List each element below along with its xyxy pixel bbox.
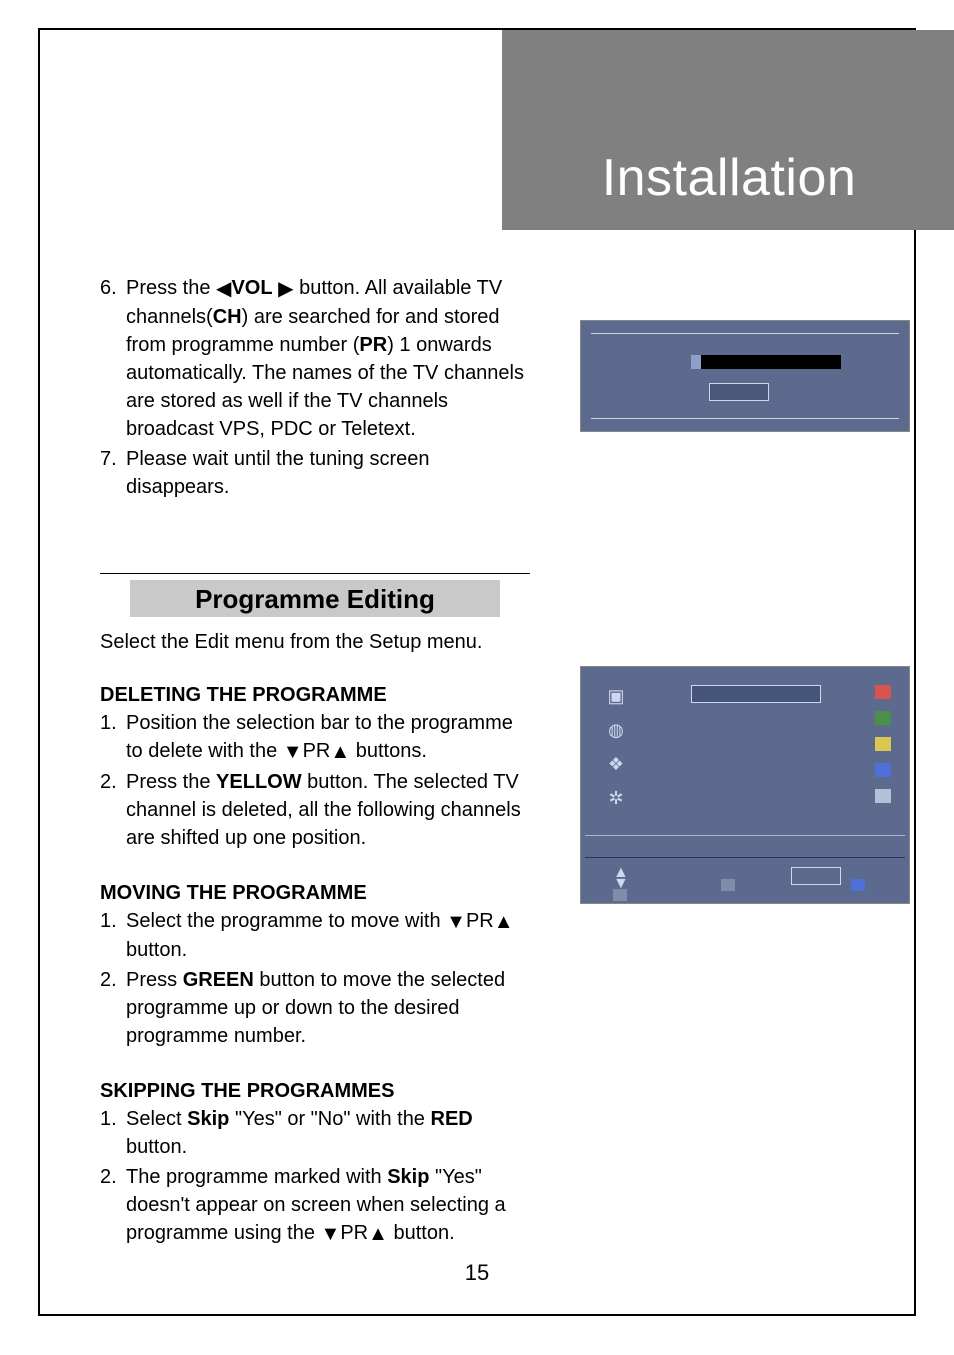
subheading-moving: MOVING THE PROGRAMME: [100, 882, 530, 905]
edit-menu-screenshot: ▣ ◍ ❖ ✲ ▲▼: [580, 666, 910, 904]
triangle-left-icon: ◀: [216, 275, 231, 303]
triangle-right-icon: ▶: [278, 275, 293, 303]
triangle-down-icon: ▼: [283, 738, 303, 766]
text: The programme marked with: [126, 1166, 387, 1188]
setup-label: Setup: [369, 631, 421, 653]
blue-square-icon: [875, 763, 891, 777]
text: Please wait until the tuning screen disa…: [126, 445, 530, 501]
skip-label: Skip: [187, 1108, 229, 1130]
triangle-up-icon: ▲: [494, 908, 514, 936]
deleting-step-2: 2. Press the YELLOW button. The selected…: [100, 768, 530, 852]
step-number: 1.: [100, 709, 126, 766]
yellow-square-icon: [875, 737, 891, 751]
section-heading: Programme Editing: [130, 580, 500, 617]
text: Select the programme to move with: [126, 910, 446, 932]
text: Select: [126, 1108, 187, 1130]
skipping-step-1: 1. Select Skip "Yes" or "No" with the RE…: [100, 1105, 530, 1161]
pr-label: PR: [466, 910, 494, 932]
vol-label: VOL: [231, 277, 272, 299]
step-number: 1.: [100, 907, 126, 964]
subheading-skipping: SKIPPING THE PROGRAMMES: [100, 1080, 530, 1103]
ch-label: CH: [213, 306, 242, 328]
triangle-down-icon: ▼: [321, 1220, 341, 1248]
text: menu.: [421, 631, 482, 653]
progress-bar-icon: [691, 355, 841, 369]
text: Select the: [100, 631, 195, 653]
yellow-label: YELLOW: [216, 771, 302, 793]
text: button.: [126, 1136, 187, 1158]
step-number: 6.: [100, 274, 126, 443]
grey-square-icon: [875, 789, 891, 803]
edit-label: Edit: [195, 631, 229, 653]
page-frame: Installation 6. Press the ◀VOL ▶ button.…: [38, 28, 916, 1316]
sound-icon: ◍: [603, 719, 629, 741]
left-column: 6. Press the ◀VOL ▶ button. All availabl…: [100, 274, 530, 1248]
text: buttons.: [350, 740, 427, 762]
pr-label: PR: [340, 1222, 368, 1244]
step-number: 1.: [100, 1105, 126, 1161]
footer-box-icon: [791, 867, 841, 885]
menu-row-highlight: [691, 685, 821, 703]
skipping-step-2: 2. The programme marked with Skip "Yes" …: [100, 1163, 530, 1248]
triangle-up-icon: ▲: [330, 738, 350, 766]
footer-square-icon: [613, 889, 627, 901]
moving-step-1: 1. Select the programme to move with ▼PR…: [100, 907, 530, 964]
triangle-up-icon: ▲: [368, 1220, 388, 1248]
moving-step-2: 2. Press GREEN button to move the select…: [100, 966, 530, 1050]
footer-square-icon: [721, 879, 735, 891]
pr-label: PR: [359, 334, 387, 356]
step-number: 7.: [100, 445, 126, 501]
step-6: 6. Press the ◀VOL ▶ button. All availabl…: [100, 274, 530, 443]
text: "Yes" or "No" with the: [229, 1108, 430, 1130]
section-intro: Select the Edit menu from the Setup menu…: [100, 631, 530, 654]
page-title: Installation: [602, 148, 857, 208]
triangle-down-icon: ▼: [446, 908, 466, 936]
subheading-deleting: DELETING THE PROGRAMME: [100, 684, 530, 707]
text: Press the: [126, 277, 216, 299]
red-label: RED: [431, 1108, 473, 1130]
green-label: GREEN: [183, 969, 254, 991]
text: button.: [126, 939, 187, 961]
text: Press: [126, 969, 183, 991]
updown-arrows-icon: ▲▼: [613, 867, 629, 889]
pr-label: PR: [303, 740, 331, 762]
green-square-icon: [875, 711, 891, 725]
header-band: Installation: [502, 30, 954, 230]
footer-blue-square-icon: [851, 879, 865, 891]
deleting-step-1: 1. Position the selection bar to the pro…: [100, 709, 530, 766]
section-divider: Programme Editing: [100, 573, 530, 617]
features-icon: ❖: [603, 753, 629, 775]
red-square-icon: [875, 685, 891, 699]
step-number: 2.: [100, 966, 126, 1050]
install-icon: ✲: [603, 787, 629, 809]
value-box-icon: [709, 383, 769, 401]
tuning-screenshot: [580, 320, 910, 432]
step-7: 7. Please wait until the tuning screen d…: [100, 445, 530, 501]
page-number: 15: [40, 1260, 914, 1286]
skip-label: Skip: [387, 1166, 429, 1188]
step-number: 2.: [100, 1163, 126, 1248]
content-area: 6. Press the ◀VOL ▶ button. All availabl…: [100, 274, 854, 1250]
text: Press the: [126, 771, 216, 793]
step-number: 2.: [100, 768, 126, 852]
text: menu from the: [229, 631, 369, 653]
text: button.: [388, 1222, 455, 1244]
picture-icon: ▣: [603, 685, 629, 707]
